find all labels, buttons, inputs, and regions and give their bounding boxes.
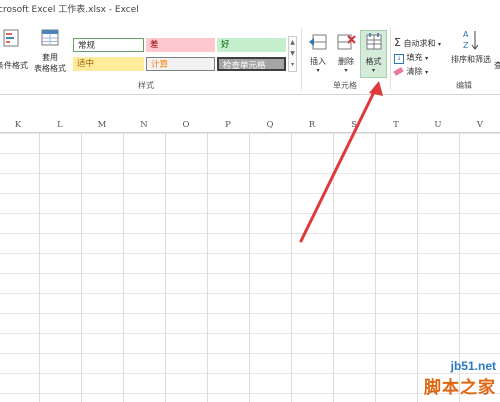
insert-dropdown-icon: ▾ [316,67,320,74]
sigma-icon: Σ [394,36,401,49]
style-calculation[interactable]: 计算 [146,57,215,71]
group-divider [301,28,302,90]
fill-label: 填充 [406,53,423,62]
style-normal[interactable]: 常规 [73,38,144,52]
insert-label: 插入 [310,57,326,66]
column-header-u[interactable]: U [417,119,459,132]
clear-button[interactable]: 清除 ▾ [393,66,429,77]
column-header-n[interactable]: N [123,119,165,132]
format-as-table-icon [41,29,59,46]
sort-filter-button[interactable]: A Z 排序和筛选 [451,28,491,65]
delete-label: 删除 [338,57,354,66]
chevron-up-icon[interactable]: ▲ [289,37,296,48]
column-header-m[interactable]: M [81,119,123,132]
watermark: jb51.net 脚本之家 [424,359,496,398]
sort-az-icon: A Z [463,30,479,50]
column-headers: KLMNOPQRSTUV [0,119,500,133]
style-bad[interactable]: 差 [146,38,215,52]
format-label: 格式 [365,57,382,66]
insert-cells-icon [309,34,327,50]
svg-text:A: A [463,30,469,39]
format-as-table-label-1: 套用 [42,53,58,62]
clear-label: 清除 [406,67,423,76]
column-header-k[interactable]: K [0,119,39,132]
svg-text:Z: Z [463,41,469,50]
styles-gallery-scroll[interactable]: ▲ ▼ ▾ [288,36,297,72]
title-bar: crosoft Excel 工作表.xlsx - Excel [0,0,500,22]
column-header-s[interactable]: S [333,119,375,132]
delete-cells-icon [337,34,356,50]
column-header-o[interactable]: O [165,119,207,132]
autosum-button[interactable]: Σ 自动求和 ▾ [394,36,441,49]
conditional-format-label: 条件格式 [0,61,28,70]
style-neutral[interactable]: 适中 [73,57,144,71]
fill-down-icon: ↓ [394,54,404,64]
delete-dropdown-icon: ▾ [344,67,348,74]
clear-dropdown-icon: ▾ [425,69,429,76]
fill-dropdown-icon: ▾ [425,55,429,62]
style-good[interactable]: 好 [217,38,286,52]
find-select-button[interactable]: 查 [493,60,500,71]
watermark-name: 脚本之家 [424,378,496,398]
format-dropdown-icon: ▾ [371,67,375,74]
insert-button[interactable]: 插入 ▾ [305,32,331,74]
conditional-format-button[interactable]: 条件格式 [0,28,30,71]
find-select-label: 查 [494,61,500,70]
column-header-t[interactable]: T [375,119,417,132]
editing-group-label: 编辑 [456,81,472,90]
ribbon: 条件格式 套用 表格格式 常规 差 好 适中 计算 检查单元格 ▲ ▼ ▾ 样式… [0,22,500,95]
format-as-table-button[interactable]: 套用 表格格式 [32,28,68,74]
window-title: crosoft Excel 工作表.xlsx - Excel [0,5,139,15]
column-header-q[interactable]: Q [249,119,291,132]
watermark-url: jb51.net [450,359,496,373]
more-icon[interactable]: ▾ [289,59,296,70]
column-header-p[interactable]: P [207,119,249,132]
column-header-v[interactable]: V [459,119,500,132]
cells-group-label: 单元格 [333,81,357,90]
format-button[interactable]: 格式 ▾ [360,32,387,74]
sort-filter-label: 排序和筛选 [451,55,491,64]
autosum-dropdown-icon: ▾ [438,41,442,48]
styles-group-label: 样式 [138,81,154,90]
chevron-down-icon[interactable]: ▼ [289,48,296,59]
eraser-icon [393,67,404,76]
format-cells-icon [366,33,381,50]
column-header-r[interactable]: R [291,119,333,132]
format-as-table-label-2: 表格格式 [34,64,66,73]
conditional-format-icon [3,29,19,47]
worksheet[interactable]: KLMNOPQRSTUV [0,95,500,402]
column-header-l[interactable]: L [39,119,81,132]
style-check-cell[interactable]: 检查单元格 [217,57,286,71]
delete-button[interactable]: 删除 ▾ [333,32,359,74]
formula-bar-area [0,95,500,120]
group-divider [390,28,391,90]
autosum-label: 自动求和 [403,39,436,48]
fill-button[interactable]: ↓ 填充 ▾ [394,52,428,64]
